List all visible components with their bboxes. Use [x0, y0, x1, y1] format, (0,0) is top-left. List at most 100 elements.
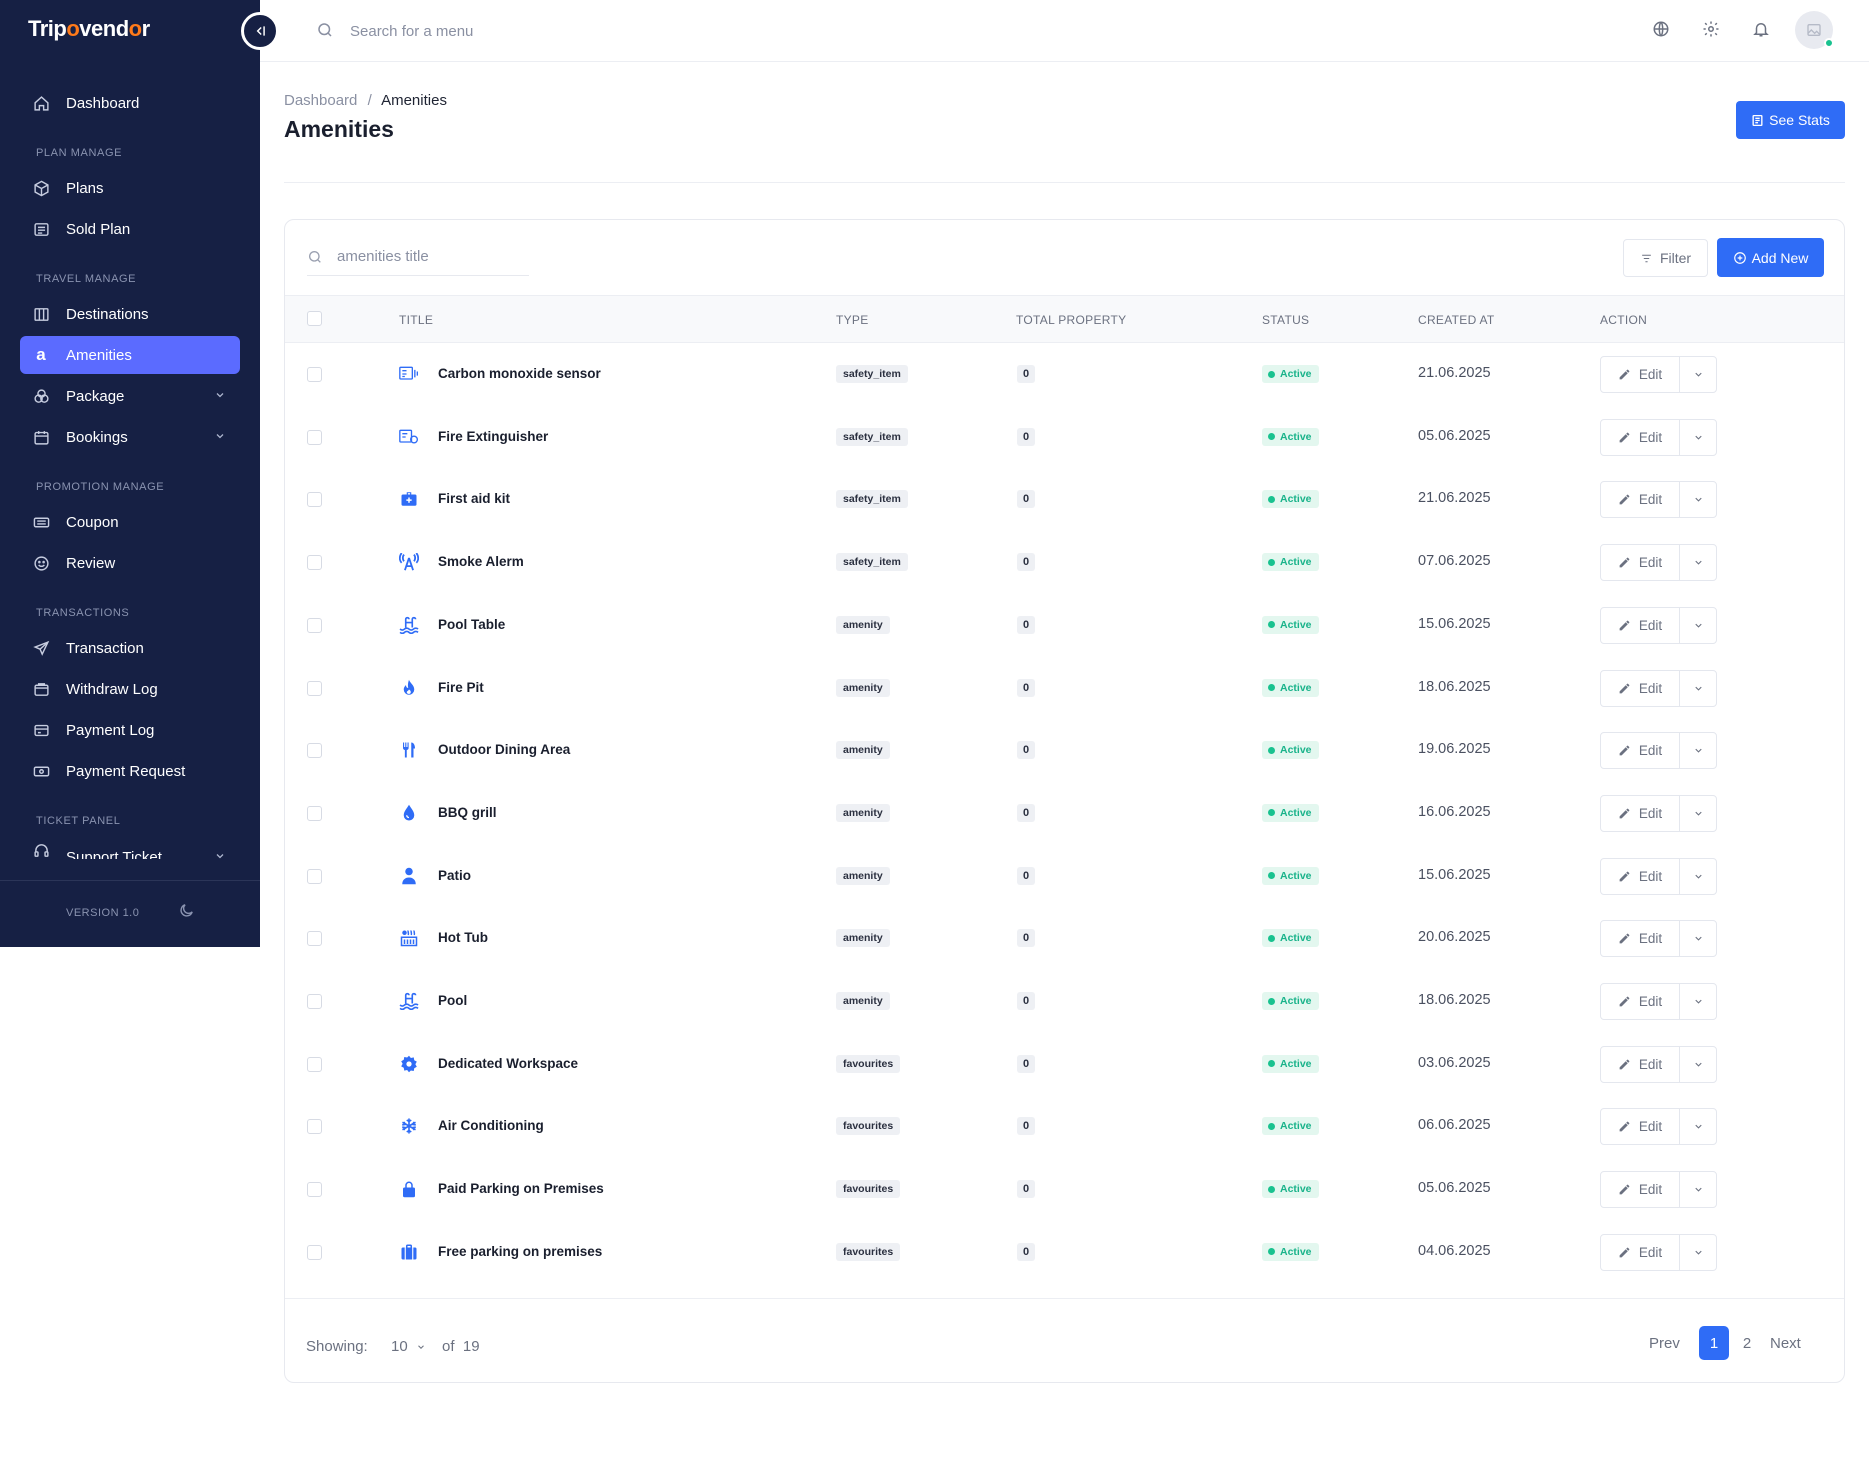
edit-button[interactable]: Edit — [1601, 482, 1680, 518]
row-checkbox[interactable] — [307, 680, 322, 696]
per-page-select[interactable]: 10 — [391, 1338, 426, 1355]
chevron-down-icon[interactable] — [214, 388, 226, 405]
chevron-down-icon[interactable] — [214, 429, 226, 446]
edit-button[interactable]: Edit — [1601, 984, 1680, 1019]
row-checkbox[interactable] — [307, 367, 322, 382]
edit-button[interactable]: Edit — [1601, 1109, 1680, 1145]
row-actions-dropdown[interactable] — [1680, 671, 1716, 706]
sidebar-item-sold-plan[interactable]: Sold Plan — [20, 210, 240, 248]
column-type[interactable]: TYPE — [836, 313, 869, 327]
app-logo[interactable]: Tripovendor — [28, 16, 150, 42]
sidebar-collapse-button[interactable] — [241, 12, 279, 50]
edit-button[interactable]: Edit — [1601, 670, 1680, 706]
sidebar-item-bookings[interactable]: Bookings — [20, 418, 240, 456]
edit-button[interactable]: Edit — [1601, 921, 1680, 957]
sidebar-item-payment-log[interactable]: Payment Log — [20, 711, 240, 749]
sidebar-item-support-ticket[interactable]: Support Ticket — [20, 837, 240, 859]
row-actions-dropdown[interactable] — [1680, 545, 1716, 580]
table-row[interactable]: Fire Pit amenity 0 Active 18.06.2025 Edit — [285, 657, 1844, 720]
row-actions-dropdown[interactable] — [1680, 921, 1716, 956]
edit-button[interactable]: Edit — [1601, 545, 1680, 581]
sidebar-item-destinations[interactable]: Destinations — [20, 295, 240, 333]
table-row[interactable]: Pool Table amenity 0 Active 15.06.2025 Edit — [285, 594, 1844, 657]
row-actions-dropdown[interactable] — [1680, 482, 1716, 517]
page-2-button[interactable]: 2 — [1737, 1326, 1757, 1360]
moon-icon[interactable] — [178, 902, 195, 924]
bell-icon[interactable] — [1752, 20, 1770, 43]
edit-button[interactable]: Edit — [1601, 607, 1680, 643]
edit-button[interactable]: Edit — [1601, 419, 1680, 455]
breadcrumb-root[interactable]: Dashboard — [284, 92, 357, 109]
row-checkbox[interactable] — [307, 1182, 322, 1198]
table-row[interactable]: Outdoor Dining Area amenity 0 Active 19.06.2… — [285, 719, 1844, 782]
table-row[interactable]: Pool amenity 0 Active 18.06.2025 Edit — [285, 970, 1844, 1033]
row-actions-dropdown[interactable] — [1680, 1235, 1716, 1270]
see-stats-button[interactable]: See Stats — [1736, 101, 1845, 139]
menu-search-input[interactable] — [350, 18, 710, 44]
avatar[interactable] — [1795, 11, 1834, 49]
row-checkbox[interactable] — [307, 492, 322, 508]
table-row[interactable]: Smoke Alerm safety_item 0 Active 07.06.2025 E… — [285, 531, 1844, 594]
gear-icon[interactable] — [1702, 20, 1720, 43]
add-new-button[interactable]: Add New — [1717, 238, 1824, 277]
sidebar-item-plans[interactable]: Plans — [20, 169, 240, 207]
row-actions-dropdown[interactable] — [1680, 1047, 1716, 1082]
table-row[interactable]: Paid Parking on Premises favourites 0 Activ… — [285, 1158, 1844, 1221]
sidebar-item-amenities[interactable]: a Amenities — [20, 336, 240, 374]
row-actions-dropdown[interactable] — [1680, 859, 1716, 894]
row-actions-dropdown[interactable] — [1680, 1109, 1716, 1144]
row-checkbox[interactable] — [307, 429, 322, 445]
select-all-checkbox[interactable] — [307, 311, 322, 326]
row-checkbox[interactable] — [307, 868, 322, 884]
column-status[interactable]: STATUS — [1262, 313, 1309, 327]
row-checkbox[interactable] — [307, 1119, 322, 1135]
column-created-at[interactable]: CREATED AT — [1418, 313, 1495, 327]
table-row[interactable]: Patio amenity 0 Active 15.06.2025 Edit — [285, 845, 1844, 908]
prev-page-button[interactable]: Prev — [1649, 1326, 1680, 1360]
page-1-button[interactable]: 1 — [1699, 1326, 1729, 1360]
table-row[interactable]: Free parking on premises favourites 0 Activ… — [285, 1221, 1844, 1284]
edit-button[interactable]: Edit — [1601, 858, 1680, 894]
row-actions-dropdown[interactable] — [1680, 420, 1716, 455]
row-checkbox[interactable] — [307, 1244, 322, 1260]
row-actions-dropdown[interactable] — [1680, 1172, 1716, 1207]
chevron-down-icon[interactable] — [214, 849, 226, 859]
edit-button[interactable]: Edit — [1601, 733, 1680, 769]
row-actions-dropdown[interactable] — [1680, 357, 1716, 392]
edit-button[interactable]: Edit — [1601, 357, 1680, 392]
table-row[interactable]: Fire Extinguisher safety_item 0 Active 05.06… — [285, 406, 1844, 469]
row-actions-dropdown[interactable] — [1680, 984, 1716, 1019]
sidebar-item-transaction[interactable]: Transaction — [20, 629, 240, 667]
row-actions-dropdown[interactable] — [1680, 608, 1716, 643]
sidebar-item-dashboard[interactable]: Dashboard — [20, 84, 240, 122]
table-row[interactable]: Carbon monoxide sensor safety_item 0 Active… — [285, 343, 1844, 406]
row-checkbox[interactable] — [307, 805, 322, 821]
filter-button[interactable]: Filter — [1623, 239, 1708, 277]
amenities-search-input[interactable] — [307, 242, 529, 276]
row-checkbox[interactable] — [307, 994, 322, 1009]
table-row[interactable]: BBQ grill amenity 0 Active 16.06.2025 Edit — [285, 782, 1844, 845]
edit-button[interactable]: Edit — [1601, 1172, 1680, 1208]
sidebar-item-package[interactable]: Package — [20, 377, 240, 415]
edit-button[interactable]: Edit — [1601, 1046, 1680, 1082]
row-actions-dropdown[interactable] — [1680, 796, 1716, 831]
sidebar-item-payment-request[interactable]: Payment Request — [20, 752, 240, 790]
table-row[interactable]: First aid kit safety_item 0 Active 21.06.202… — [285, 468, 1844, 531]
sidebar-item-coupon[interactable]: Coupon — [20, 503, 240, 541]
row-actions-dropdown[interactable] — [1680, 733, 1716, 768]
sidebar-item-review[interactable]: Review — [20, 544, 240, 582]
edit-button[interactable]: Edit — [1601, 795, 1680, 831]
table-row[interactable]: Dedicated Workspace favourites 0 Active 03.0… — [285, 1033, 1844, 1096]
next-page-button[interactable]: Next — [1770, 1326, 1801, 1360]
table-row[interactable]: Air Conditioning favourites 0 Active 06.06.2… — [285, 1095, 1844, 1158]
column-total-property[interactable]: TOTAL PROPERTY — [1016, 313, 1126, 327]
table-row[interactable]: Hot Tub amenity 0 Active 20.06.2025 Edit — [285, 907, 1844, 970]
row-checkbox[interactable] — [307, 617, 322, 633]
globe-icon[interactable] — [1652, 20, 1670, 43]
row-checkbox[interactable] — [307, 931, 322, 947]
sidebar-item-withdraw-log[interactable]: Withdraw Log — [20, 670, 240, 708]
column-title[interactable]: TITLE — [399, 313, 433, 327]
row-checkbox[interactable] — [307, 1056, 322, 1072]
edit-button[interactable]: Edit — [1601, 1234, 1680, 1270]
row-checkbox[interactable] — [307, 743, 322, 759]
